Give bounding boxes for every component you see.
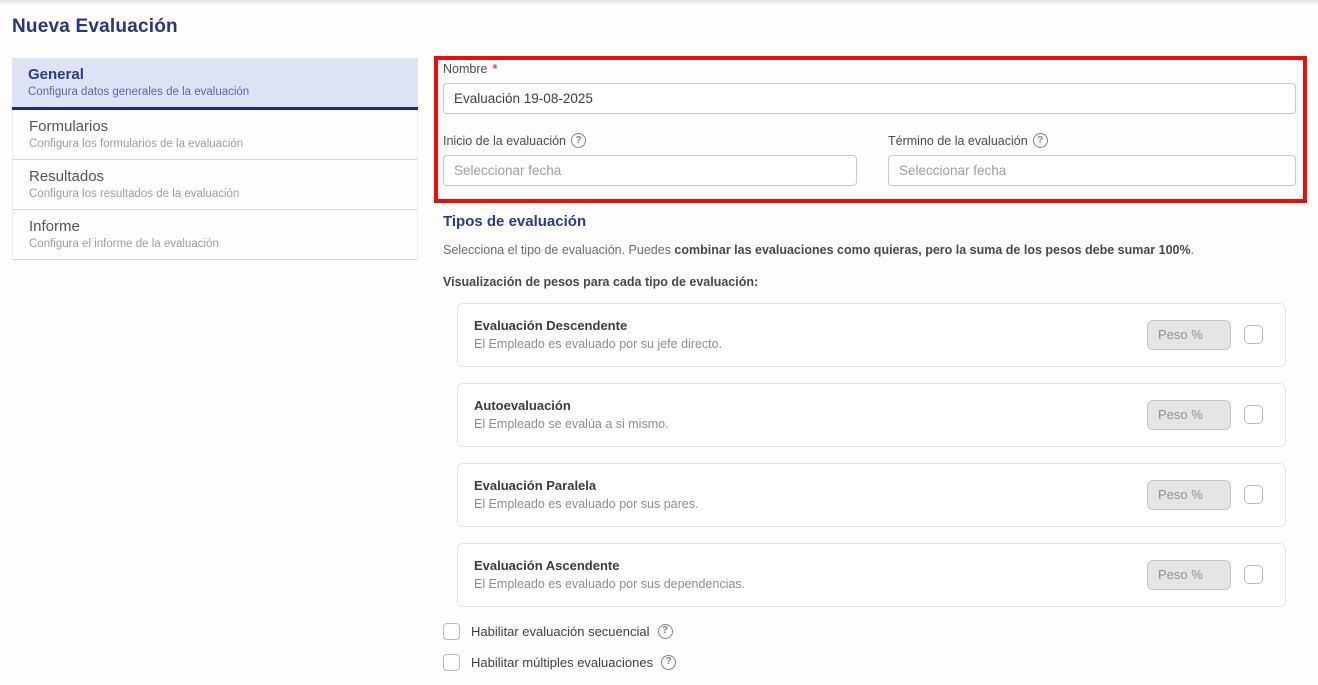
option-checkbox[interactable]	[443, 623, 460, 640]
card-description: El Empleado es evaluado por sus pares.	[474, 497, 1147, 511]
weights-visualization-label: Visualización de pesos para cada tipo de…	[443, 275, 1296, 289]
card-evaluacion-descendente: Evaluación Descendente El Empleado es ev…	[457, 303, 1286, 367]
end-date-label-text: Término de la evaluación	[888, 134, 1028, 148]
sidebar-item-label: Formularios	[29, 118, 401, 135]
card-text: Evaluación Ascendente El Empleado es eva…	[474, 558, 1147, 591]
sidebar-item-formularios[interactable]: Formularios Configura los formularios de…	[12, 110, 418, 160]
weight-checkbox[interactable]	[1244, 485, 1263, 504]
weight-checkbox[interactable]	[1244, 565, 1263, 584]
weight-input[interactable]	[1147, 400, 1231, 430]
sidebar-item-informe[interactable]: Informe Configura el informe de la evalu…	[12, 210, 418, 260]
help-icon[interactable]: ?	[658, 624, 673, 639]
page-title: Nueva Evaluación	[12, 16, 178, 38]
sidebar-item-description: Configura el informe de la evaluación	[29, 238, 401, 250]
card-description: El Empleado es evaluado por sus dependen…	[474, 577, 1147, 591]
help-icon[interactable]: ?	[1033, 133, 1048, 148]
steps-sidebar: General Configura datos generales de la …	[12, 58, 418, 260]
card-description: El Empleado es evaluado por su jefe dire…	[474, 337, 1147, 351]
card-evaluacion-paralela: Evaluación Paralela El Empleado es evalu…	[457, 463, 1286, 527]
card-evaluacion-ascendente: Evaluación Ascendente El Empleado es eva…	[457, 543, 1286, 607]
start-date-column: Inicio de la evaluación ?	[443, 133, 857, 186]
card-title: Evaluación Paralela	[474, 478, 1147, 493]
types-section-heading: Tipos de evaluación	[443, 213, 1296, 230]
sidebar-item-label: Informe	[29, 218, 401, 235]
sidebar-item-description: Configura datos generales de la evaluaci…	[28, 86, 402, 98]
card-title: Evaluación Ascendente	[474, 558, 1147, 573]
card-title: Autoevaluación	[474, 398, 1147, 413]
card-autoevaluacion: Autoevaluación El Empleado se evalúa a s…	[457, 383, 1286, 447]
card-text: Evaluación Paralela El Empleado es evalu…	[474, 478, 1147, 511]
intro-normal: Selecciona el tipo de evaluación. Puedes	[443, 243, 674, 257]
sidebar-item-description: Configura los resultados de la evaluació…	[29, 188, 401, 200]
general-form: Nombre * Inicio de la evaluación ? Términ…	[443, 62, 1296, 685]
card-description: El Empleado se evalúa a si mismo.	[474, 417, 1147, 431]
option-sequential-evaluation: Habilitar evaluación secuencial ?	[443, 623, 1296, 640]
sidebar-item-label: Resultados	[29, 168, 401, 185]
sidebar-item-label: General	[28, 66, 402, 83]
evaluation-name-input[interactable]	[443, 83, 1296, 114]
option-label: Habilitar evaluación secuencial	[471, 624, 650, 639]
start-date-label-text: Inicio de la evaluación	[443, 134, 566, 148]
intro-end: .	[1191, 243, 1194, 257]
evaluation-type-cards: Evaluación Descendente El Empleado es ev…	[457, 303, 1286, 607]
top-header-shadow	[0, 0, 1318, 4]
end-date-input[interactable]	[888, 155, 1296, 186]
end-date-column: Término de la evaluación ?	[888, 133, 1296, 186]
sidebar-item-description: Configura los formularios de la evaluaci…	[29, 138, 401, 150]
intro-bold: combinar las evaluaciones como quieras, …	[674, 243, 1190, 257]
option-checkbox[interactable]	[443, 654, 460, 671]
start-date-input[interactable]	[443, 155, 857, 186]
weight-checkbox[interactable]	[1244, 325, 1263, 344]
types-intro-text: Selecciona el tipo de evaluación. Puedes…	[443, 242, 1296, 260]
dates-row: Inicio de la evaluación ? Término de la …	[443, 133, 1296, 186]
weight-input[interactable]	[1147, 480, 1231, 510]
option-label: Habilitar múltiples evaluaciones	[471, 655, 653, 670]
help-icon[interactable]: ?	[571, 133, 586, 148]
start-date-label: Inicio de la evaluación ?	[443, 133, 857, 148]
extra-options: Habilitar evaluación secuencial ? Habili…	[443, 623, 1296, 671]
end-date-label: Término de la evaluación ?	[888, 133, 1296, 148]
card-title: Evaluación Descendente	[474, 318, 1147, 333]
name-field-label: Nombre *	[443, 62, 1296, 76]
sidebar-item-general[interactable]: General Configura datos generales de la …	[12, 58, 418, 110]
card-text: Evaluación Descendente El Empleado es ev…	[474, 318, 1147, 351]
weight-checkbox[interactable]	[1244, 405, 1263, 424]
help-icon[interactable]: ?	[661, 655, 676, 670]
card-text: Autoevaluación El Empleado se evalúa a s…	[474, 398, 1147, 431]
required-asterisk: *	[492, 62, 497, 76]
option-multiple-evaluations: Habilitar múltiples evaluaciones ?	[443, 654, 1296, 671]
weight-input[interactable]	[1147, 320, 1231, 350]
name-label-text: Nombre	[443, 62, 487, 76]
sidebar-item-resultados[interactable]: Resultados Configura los resultados de l…	[12, 160, 418, 210]
weight-input[interactable]	[1147, 560, 1231, 590]
